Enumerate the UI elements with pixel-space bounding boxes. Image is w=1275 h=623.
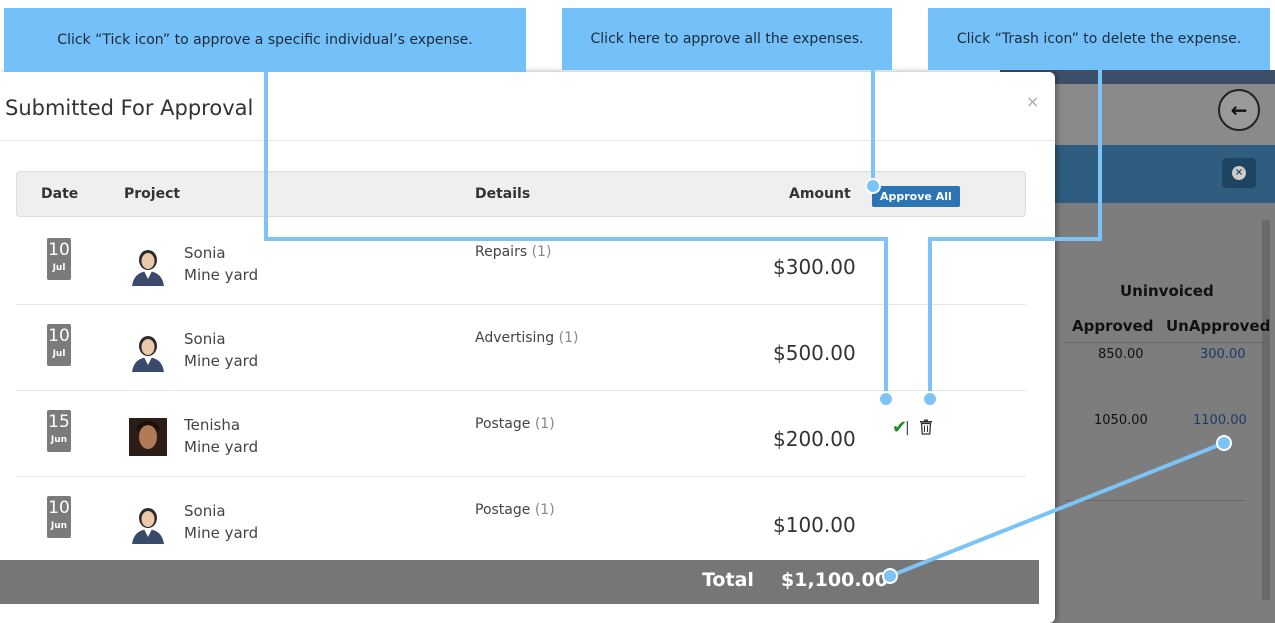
date-month: Jul: [52, 263, 66, 273]
table-row: 10 Jul Sonia Mine yard Repairs (1) $300.…: [16, 218, 1026, 305]
project-name: Mine yard: [184, 352, 259, 370]
employee-name: Sonia: [184, 502, 226, 520]
date-day: 10: [48, 240, 70, 260]
column-date: Date: [41, 186, 79, 202]
date-day: 15: [48, 412, 70, 432]
detail-count: (1): [558, 330, 579, 346]
avatar: [132, 250, 164, 286]
employee-name: Tenisha: [184, 416, 241, 434]
close-circle-icon: ×: [1232, 166, 1246, 180]
date-month: Jun: [50, 435, 68, 445]
table-header: Date Project Details Amount Approve All: [16, 171, 1026, 217]
row-divider: [1065, 500, 1245, 501]
detail-count: (1): [531, 244, 552, 260]
date-month: Jul: [52, 349, 66, 359]
close-icon[interactable]: ×: [1026, 92, 1039, 111]
detail-category: Advertising: [475, 330, 555, 346]
column-details: Details: [475, 186, 531, 202]
expense-amount: $300.00: [773, 255, 856, 279]
detail-category: Repairs: [475, 244, 528, 260]
column-amount: Amount: [789, 186, 851, 202]
expense-amount: $500.00: [773, 341, 856, 365]
panel-close-button[interactable]: ×: [1222, 158, 1256, 188]
date-month: Jun: [50, 521, 68, 531]
callout-trash: Click “Trash icon” to delete the expense…: [928, 8, 1270, 70]
total-label: Total: [702, 569, 754, 591]
date-badge: 10 Jul: [47, 324, 71, 366]
unapproved-header: UnApproved: [1166, 317, 1271, 335]
approve-all-button[interactable]: Approve All: [872, 186, 960, 207]
modal-divider: [0, 140, 1055, 141]
detail-category: Postage: [475, 416, 531, 432]
table-row: 10 Jul Sonia Mine yard Advertising (1) $…: [16, 304, 1026, 391]
avatar: [132, 336, 164, 372]
uninvoiced-header: Uninvoiced: [1120, 282, 1214, 300]
unapproved-link[interactable]: 300.00: [1200, 347, 1246, 362]
project-name: Mine yard: [184, 266, 259, 284]
employee-name: Sonia: [184, 330, 226, 348]
employee-name: Sonia: [184, 244, 226, 262]
project-name: Mine yard: [184, 438, 259, 456]
callout-tick: Click “Tick icon” to approve a specific …: [4, 8, 526, 72]
action-separator: |: [905, 420, 910, 436]
table-row: 10 Jun Sonia Mine yard Postage (1) $100.…: [16, 476, 1026, 562]
detail-count: (1): [534, 416, 555, 432]
background-scrollbar[interactable]: [1262, 220, 1270, 600]
callout-approve-all: Click here to approve all the expenses.: [562, 8, 892, 70]
date-badge: 15 Jun: [47, 410, 71, 452]
expense-amount: $200.00: [773, 427, 856, 451]
unapproved-link[interactable]: 1100.00: [1193, 413, 1247, 428]
approved-value: 850.00: [1098, 347, 1144, 362]
column-project: Project: [124, 186, 181, 202]
detail-count: (1): [534, 502, 555, 518]
detail-category: Postage: [475, 502, 531, 518]
avatar: [129, 418, 167, 456]
approved-header: Approved: [1072, 317, 1154, 335]
approved-value: 1050.00: [1094, 413, 1148, 428]
approval-modal: Submitted For Approval × Date Project De…: [0, 72, 1055, 623]
expense-detail[interactable]: Postage (1): [475, 416, 555, 432]
expense-detail[interactable]: Repairs (1): [475, 244, 551, 260]
date-day: 10: [48, 498, 70, 518]
table-row: 15 Jun Tenisha Mine yard Postage (1) $20…: [16, 390, 1026, 477]
total-bar: Total $1,100.00: [0, 560, 1039, 604]
back-arrow-icon[interactable]: ←: [1218, 89, 1260, 131]
date-day: 10: [48, 326, 70, 346]
date-badge: 10 Jun: [47, 496, 71, 538]
expense-amount: $100.00: [773, 513, 856, 537]
header-divider: [1065, 342, 1270, 343]
project-name: Mine yard: [184, 524, 259, 542]
date-badge: 10 Jul: [47, 238, 71, 280]
modal-title: Submitted For Approval: [5, 96, 254, 120]
expense-detail[interactable]: Advertising (1): [475, 330, 579, 346]
total-value: $1,100.00: [781, 569, 888, 591]
trash-icon[interactable]: [919, 419, 933, 435]
avatar: [132, 508, 164, 544]
expense-detail[interactable]: Postage (1): [475, 502, 555, 518]
